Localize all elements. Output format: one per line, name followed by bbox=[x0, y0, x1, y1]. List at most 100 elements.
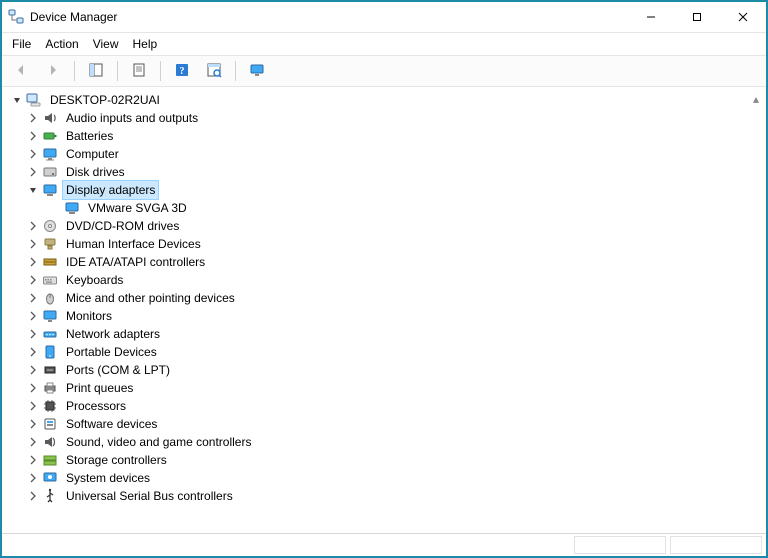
tree-category-19[interactable]: System devices bbox=[8, 469, 764, 487]
tree-node-label: Software devices bbox=[62, 414, 161, 434]
toolbar bbox=[2, 56, 766, 87]
chevron-down-icon[interactable] bbox=[10, 93, 24, 107]
back-button bbox=[8, 59, 34, 83]
tree-category-13[interactable]: Ports (COM & LPT) bbox=[8, 361, 764, 379]
tree-root[interactable]: DESKTOP-02R2UAI bbox=[8, 91, 764, 109]
maximize-button[interactable] bbox=[674, 2, 720, 32]
help-button[interactable] bbox=[169, 59, 195, 83]
chevron-right-icon[interactable] bbox=[26, 309, 40, 323]
tree-category-9[interactable]: Mice and other pointing devices bbox=[8, 289, 764, 307]
scan-hardware-button[interactable] bbox=[201, 59, 227, 83]
battery-icon bbox=[42, 128, 58, 144]
chevron-right-icon[interactable] bbox=[26, 291, 40, 305]
chevron-right-icon[interactable] bbox=[26, 381, 40, 395]
keyboard-icon bbox=[42, 272, 58, 288]
chevron-right-icon[interactable] bbox=[26, 417, 40, 431]
tree-category-4[interactable]: Display adapters bbox=[8, 181, 764, 199]
audio-icon bbox=[42, 110, 58, 126]
tree-category-1[interactable]: Batteries bbox=[8, 127, 764, 145]
tree-category-12[interactable]: Portable Devices bbox=[8, 343, 764, 361]
menu-view[interactable]: View bbox=[93, 37, 119, 51]
disk-icon bbox=[42, 164, 58, 180]
tree-category-14[interactable]: Print queues bbox=[8, 379, 764, 397]
menubar: File Action View Help bbox=[2, 33, 766, 56]
chevron-right-icon[interactable] bbox=[26, 219, 40, 233]
tree-category-10[interactable]: Monitors bbox=[8, 307, 764, 325]
chevron-right-icon[interactable] bbox=[26, 273, 40, 287]
chevron-right-icon[interactable] bbox=[26, 471, 40, 485]
tree-node-label: DESKTOP-02R2UAI bbox=[46, 90, 164, 110]
chevron-right-icon[interactable] bbox=[26, 435, 40, 449]
forward-button bbox=[40, 59, 66, 83]
tree-node-label: Monitors bbox=[62, 306, 116, 326]
device-tree[interactable]: DESKTOP-02R2UAIAudio inputs and outputsB… bbox=[8, 91, 764, 505]
menu-action[interactable]: Action bbox=[45, 37, 78, 51]
monitor-toolbtn-icon bbox=[249, 62, 265, 81]
chevron-right-icon[interactable] bbox=[26, 489, 40, 503]
monitor-icon bbox=[42, 308, 58, 324]
scroll-up-icon[interactable]: ▴ bbox=[748, 91, 764, 107]
tree-category-6[interactable]: Human Interface Devices bbox=[8, 235, 764, 253]
hid-icon bbox=[42, 236, 58, 252]
tree-category-3[interactable]: Disk drives bbox=[8, 163, 764, 181]
chevron-right-icon[interactable] bbox=[26, 129, 40, 143]
tree-category-20[interactable]: Universal Serial Bus controllers bbox=[8, 487, 764, 505]
app-icon bbox=[8, 9, 24, 25]
tree-category-2[interactable]: Computer bbox=[8, 145, 764, 163]
chevron-right-icon[interactable] bbox=[26, 165, 40, 179]
tree-device-4-0[interactable]: VMware SVGA 3D bbox=[8, 199, 764, 217]
tree-category-18[interactable]: Storage controllers bbox=[8, 451, 764, 469]
tree-category-17[interactable]: Sound, video and game controllers bbox=[8, 433, 764, 451]
tree-node-label: Display adapters bbox=[62, 180, 159, 200]
ports-icon bbox=[42, 362, 58, 378]
properties-button[interactable] bbox=[126, 59, 152, 83]
tree-pane-icon bbox=[88, 62, 104, 81]
chevron-right-icon[interactable] bbox=[26, 111, 40, 125]
menu-file[interactable]: File bbox=[12, 37, 31, 51]
vertical-scrollbar[interactable]: ▴ bbox=[748, 91, 764, 533]
monitor-toolbar-button[interactable] bbox=[244, 59, 270, 83]
window-controls bbox=[628, 2, 766, 32]
tree-node-label: Audio inputs and outputs bbox=[62, 108, 202, 128]
tree-category-11[interactable]: Network adapters bbox=[8, 325, 764, 343]
tree-node-label: VMware SVGA 3D bbox=[84, 198, 191, 218]
help-icon bbox=[174, 62, 190, 81]
minimize-button[interactable] bbox=[628, 2, 674, 32]
tree-category-15[interactable]: Processors bbox=[8, 397, 764, 415]
chevron-right-icon[interactable] bbox=[26, 345, 40, 359]
computer-icon bbox=[26, 92, 42, 108]
expander-placeholder bbox=[48, 201, 62, 215]
chevron-right-icon[interactable] bbox=[26, 255, 40, 269]
storage-icon bbox=[42, 452, 58, 468]
scan-icon bbox=[206, 62, 222, 81]
tree-node-label: Disk drives bbox=[62, 162, 129, 182]
tree-category-0[interactable]: Audio inputs and outputs bbox=[8, 109, 764, 127]
usb-icon bbox=[42, 488, 58, 504]
chevron-right-icon[interactable] bbox=[26, 399, 40, 413]
chevron-down-icon[interactable] bbox=[26, 183, 40, 197]
chevron-right-icon[interactable] bbox=[26, 147, 40, 161]
close-button[interactable] bbox=[720, 2, 766, 32]
tree-node-label: Mice and other pointing devices bbox=[62, 288, 239, 308]
chevron-right-icon[interactable] bbox=[26, 363, 40, 377]
menu-help[interactable]: Help bbox=[133, 37, 158, 51]
tree-node-label: IDE ATA/ATAPI controllers bbox=[62, 252, 209, 272]
tree-category-7[interactable]: IDE ATA/ATAPI controllers bbox=[8, 253, 764, 271]
printer-icon bbox=[42, 380, 58, 396]
properties-icon bbox=[131, 62, 147, 81]
chevron-right-icon[interactable] bbox=[26, 237, 40, 251]
maximize-icon bbox=[692, 12, 702, 22]
tree-node-label: Print queues bbox=[62, 378, 137, 398]
tree-category-8[interactable]: Keyboards bbox=[8, 271, 764, 289]
chevron-right-icon[interactable] bbox=[26, 327, 40, 341]
portable-icon bbox=[42, 344, 58, 360]
tree-node-label: DVD/CD-ROM drives bbox=[62, 216, 183, 236]
status-cell-1 bbox=[574, 536, 666, 554]
chevron-right-icon[interactable] bbox=[26, 453, 40, 467]
tree-category-16[interactable]: Software devices bbox=[8, 415, 764, 433]
show-hide-tree-button[interactable] bbox=[83, 59, 109, 83]
arrow-left-icon bbox=[13, 62, 29, 81]
tree-category-5[interactable]: DVD/CD-ROM drives bbox=[8, 217, 764, 235]
tree-node-label: Ports (COM & LPT) bbox=[62, 360, 174, 380]
mouse-icon bbox=[42, 290, 58, 306]
